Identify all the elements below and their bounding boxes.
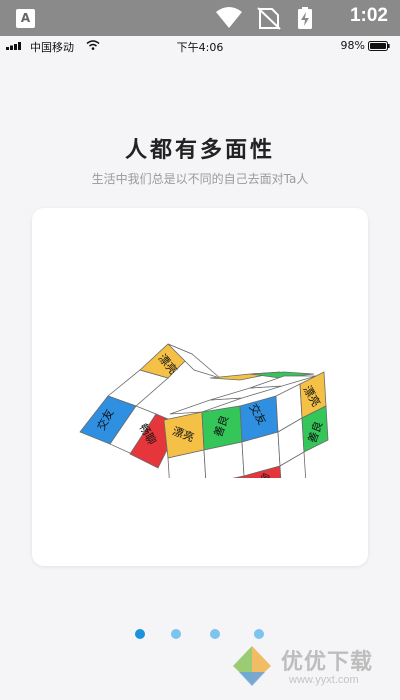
watermark: 优优下载 www.yyxt.com — [225, 638, 395, 694]
watermark-logo-icon — [233, 646, 271, 686]
watermark-text: 优优下载 — [281, 650, 374, 675]
page-dot-1[interactable] — [135, 629, 145, 639]
page-subtitle: 生活中我们总是以不同的自己去面对Ta人 — [91, 172, 309, 186]
page-dot-3[interactable] — [210, 629, 220, 639]
feature-card: 漂亮 交友 畅聊 漂亮 善良 交友 漂亮 善良 交友 畅聊 畅聊 — [32, 208, 368, 566]
watermark-url: www.yyxt.com — [289, 674, 359, 686]
battery-icon — [368, 41, 390, 51]
page-dot-2[interactable] — [171, 629, 181, 639]
battery-percent: 98% — [340, 39, 365, 52]
page-title: 人都有多面性 — [124, 138, 275, 163]
rubiks-cube-illustration: 漂亮 交友 畅聊 漂亮 善良 交友 漂亮 善良 交友 畅聊 畅聊 — [79, 343, 329, 478]
battery-charging-icon — [298, 7, 312, 29]
wifi-icon — [216, 7, 242, 28]
app-notification-icon: A — [16, 9, 35, 28]
system-status-icons — [216, 7, 312, 30]
system-time: 1:02 — [349, 5, 388, 26]
no-sim-icon — [257, 7, 281, 30]
system-status-bar: A 1:02 — [0, 0, 400, 36]
inner-status-bar: 中国移动 下午4:06 98% — [0, 36, 400, 56]
